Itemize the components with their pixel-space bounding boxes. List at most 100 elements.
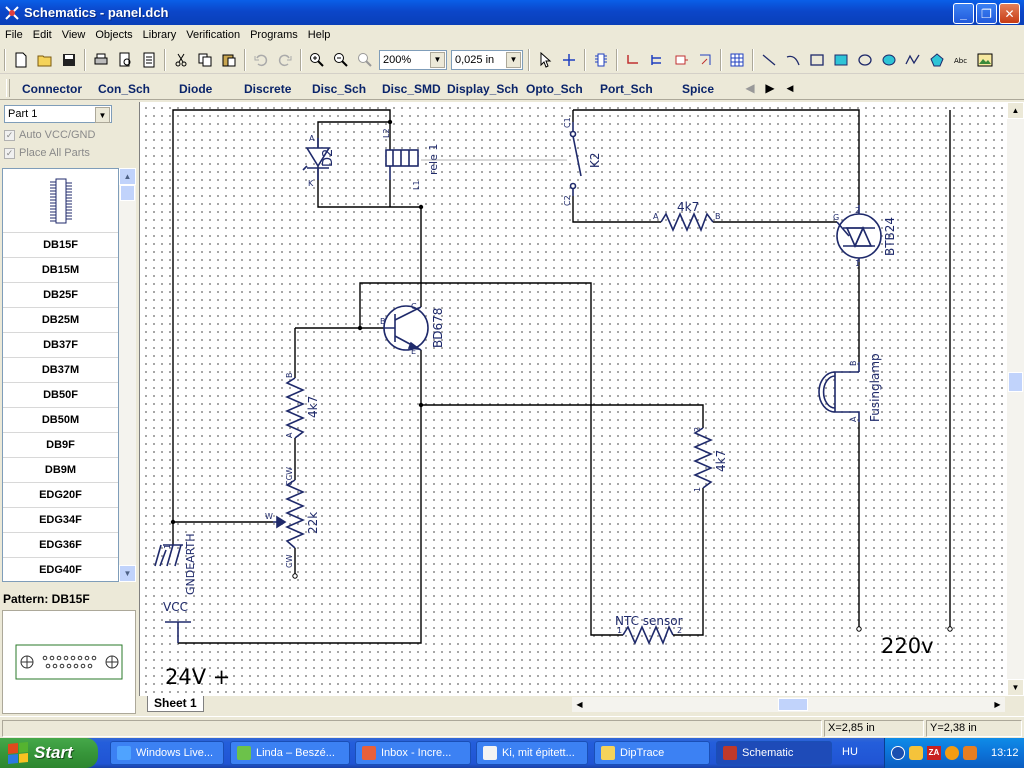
library-tab-discrete[interactable]: Discrete xyxy=(244,82,291,96)
place-bus-tool[interactable] xyxy=(646,49,668,71)
tab-sheet-1[interactable]: Sheet 1 xyxy=(147,696,204,712)
library-tab-port-sch[interactable]: Port_Sch xyxy=(600,82,653,96)
language-indicator[interactable]: HU xyxy=(842,746,858,758)
scroll-down-button[interactable]: ▼ xyxy=(119,565,136,582)
library-tab-connector[interactable]: Connector xyxy=(22,82,82,96)
zoom-in-button[interactable] xyxy=(306,49,328,71)
filled-ellipse-tool[interactable] xyxy=(878,49,900,71)
place-wire-tool[interactable] xyxy=(622,49,644,71)
copy-button[interactable] xyxy=(194,49,216,71)
zoom-select[interactable]: 200% ▼ xyxy=(379,49,447,70)
menu-objects[interactable]: Objects xyxy=(90,29,137,41)
place-component-tool[interactable] xyxy=(590,49,612,71)
zoom-out-button[interactable] xyxy=(330,49,352,71)
redo-button[interactable] xyxy=(274,49,296,71)
undo-button[interactable] xyxy=(250,49,272,71)
paste-button[interactable] xyxy=(218,49,240,71)
library-tab-diode[interactable]: Diode xyxy=(179,82,212,96)
menu-library[interactable]: Library xyxy=(138,29,182,41)
menu-help[interactable]: Help xyxy=(303,29,336,41)
taskbar-item-diptrace[interactable]: DipTrace xyxy=(594,741,710,765)
library-tab-opto-sch[interactable]: Opto_Sch xyxy=(526,82,583,96)
auto-vcc-gnd-checkbox[interactable]: ✓ Auto VCC/GND xyxy=(4,129,95,141)
cut-button[interactable] xyxy=(170,49,192,71)
app-tray-icon[interactable] xyxy=(963,746,977,760)
image-tool[interactable] xyxy=(974,49,996,71)
ellipse-tool[interactable] xyxy=(854,49,876,71)
bell-icon[interactable] xyxy=(909,746,923,760)
list-item[interactable]: DB50F xyxy=(3,383,118,408)
list-item[interactable]: EDG36F xyxy=(3,533,118,558)
rectangle-tool[interactable] xyxy=(806,49,828,71)
taskbar-item-inbox[interactable]: Inbox - Incre... xyxy=(355,741,471,765)
title-bar[interactable]: Schematics - panel.dch _ ❐ ✕ xyxy=(0,0,1024,25)
polyline-tool[interactable] xyxy=(902,49,924,71)
menu-programs[interactable]: Programs xyxy=(245,29,303,41)
minimize-button[interactable]: _ xyxy=(953,3,974,24)
taskbar-item-browser[interactable]: Ki, mit épitett... xyxy=(476,741,588,765)
scroll-left-button[interactable]: ◀ xyxy=(572,697,587,712)
close-button[interactable]: ✕ xyxy=(999,3,1020,24)
new-button[interactable] xyxy=(10,49,32,71)
line-tool[interactable] xyxy=(758,49,780,71)
library-tab-display-sch[interactable]: Display_Sch xyxy=(447,82,518,96)
list-item[interactable]: DB50M xyxy=(3,408,118,433)
tray-expand-icon[interactable] xyxy=(891,746,905,760)
polygon-tool[interactable] xyxy=(926,49,948,71)
scrollbar-thumb[interactable] xyxy=(778,698,808,711)
filled-rectangle-tool[interactable] xyxy=(830,49,852,71)
library-tab-disc-sch[interactable]: Disc_Sch xyxy=(312,82,366,96)
list-item[interactable]: DB37M xyxy=(3,358,118,383)
taskbar-item-windows-live[interactable]: Windows Live... xyxy=(110,741,224,765)
taskbar-item-linda[interactable]: Linda – Beszé... xyxy=(230,741,350,765)
canvas-vertical-scrollbar[interactable]: ▲ ▼ xyxy=(1007,102,1024,696)
arc-tool[interactable] xyxy=(782,49,804,71)
library-tab-spice[interactable]: Spice xyxy=(682,82,714,96)
pattern-list[interactable]: DB15F DB15M DB25F DB25M DB37F DB37M DB50… xyxy=(2,168,119,582)
select-tool[interactable] xyxy=(534,49,556,71)
zoom-fit-button[interactable] xyxy=(354,49,376,71)
scroll-up-button[interactable]: ▲ xyxy=(119,168,136,185)
start-button[interactable]: Start xyxy=(0,738,98,768)
table-tool[interactable] xyxy=(726,49,748,71)
menu-edit[interactable]: Edit xyxy=(28,29,57,41)
library-tab-con-sch[interactable]: Con_Sch xyxy=(98,82,150,96)
library-scroll-right-button[interactable]: ▶ xyxy=(760,79,780,97)
library-scroll-left-button[interactable]: ◀ xyxy=(740,79,760,97)
menu-verification[interactable]: Verification xyxy=(181,29,245,41)
report-button[interactable] xyxy=(138,49,160,71)
list-item[interactable]: DB9M xyxy=(3,458,118,483)
zonealarm-icon[interactable]: ZA xyxy=(927,746,941,760)
library-menu-button[interactable]: ◀ xyxy=(780,79,800,97)
print-button[interactable] xyxy=(90,49,112,71)
canvas-horizontal-scrollbar[interactable]: ◀ ▶ xyxy=(572,697,1005,712)
list-item[interactable]: DB9F xyxy=(3,433,118,458)
pattern-list-scrollbar[interactable]: ▲ ▼ xyxy=(119,168,136,582)
pattern-thumbnail[interactable] xyxy=(3,169,118,233)
scroll-right-button[interactable]: ▶ xyxy=(990,697,1005,712)
list-item[interactable]: DB25M xyxy=(3,308,118,333)
grid-size-select[interactable]: 0,025 in ▼ xyxy=(451,49,523,70)
place-bus-entry-tool[interactable] xyxy=(694,49,716,71)
open-button[interactable] xyxy=(34,49,56,71)
list-item[interactable]: EDG20F xyxy=(3,483,118,508)
place-all-parts-checkbox[interactable]: ✓ Place All Parts xyxy=(4,147,90,159)
list-item[interactable]: EDG34F xyxy=(3,508,118,533)
place-net-port-tool[interactable] xyxy=(670,49,692,71)
scroll-down-button[interactable]: ▼ xyxy=(1007,679,1024,696)
schematic-canvas[interactable]: D2 A K rele 1 L2 L1 K2 C1 C2 4k7 A B BTB… xyxy=(139,102,1007,696)
menu-file[interactable]: File xyxy=(0,29,28,41)
library-tab-disc-smd[interactable]: Disc_SMD xyxy=(382,82,441,96)
text-tool[interactable]: Abc xyxy=(950,49,972,71)
list-item[interactable]: DB37F xyxy=(3,333,118,358)
taskbar-item-schematic[interactable]: Schematic xyxy=(716,741,832,765)
scrollbar-thumb[interactable] xyxy=(1008,372,1023,392)
print-preview-button[interactable] xyxy=(114,49,136,71)
part-select[interactable]: Part 1 ▼ xyxy=(4,105,112,123)
network-icon[interactable] xyxy=(945,746,959,760)
place-point-tool[interactable] xyxy=(558,49,580,71)
list-item[interactable]: DB15M xyxy=(3,258,118,283)
save-button[interactable] xyxy=(58,49,80,71)
scroll-up-button[interactable]: ▲ xyxy=(1007,102,1024,119)
list-item[interactable]: EDG40F xyxy=(3,558,118,581)
